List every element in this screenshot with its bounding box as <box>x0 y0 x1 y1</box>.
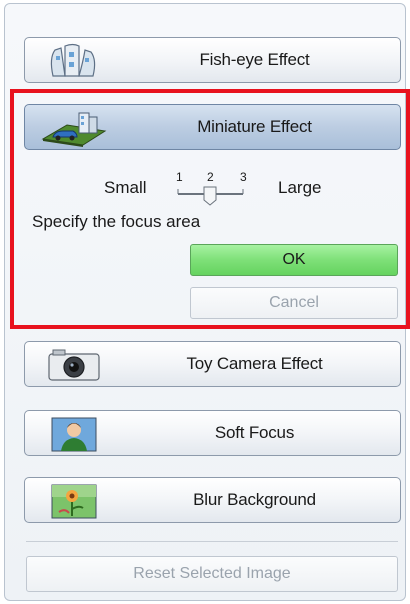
fisheye-buildings-icon <box>39 42 109 80</box>
size-slider[interactable]: 1 2 3 <box>170 170 250 210</box>
ok-button[interactable]: OK <box>190 244 398 276</box>
blur-background-label: Blur Background <box>193 490 316 509</box>
slider-thumb[interactable] <box>203 186 217 206</box>
toy-camera-effect-button[interactable]: Toy Camera Effect <box>24 341 401 387</box>
blur-background-button[interactable]: Blur Background <box>24 477 401 523</box>
miniature-city-icon <box>39 109 109 147</box>
size-large-label: Large <box>278 178 322 197</box>
miniature-effect-label: Miniature Effect <box>197 117 312 136</box>
toy-camera-effect-label: Toy Camera Effect <box>186 354 323 373</box>
fisheye-effect-button[interactable]: Fish-eye Effect <box>24 37 401 83</box>
soft-focus-button[interactable]: Soft Focus <box>24 410 401 456</box>
portrait-photo-icon <box>39 415 109 453</box>
fisheye-effect-label: Fish-eye Effect <box>199 50 310 69</box>
size-row: Small 1 2 3 Large <box>0 170 410 210</box>
divider <box>26 541 398 542</box>
size-small-label: Small <box>104 178 147 197</box>
toy-camera-icon <box>39 346 109 384</box>
miniature-effect-button[interactable]: Miniature Effect <box>24 104 401 150</box>
cancel-button[interactable]: Cancel <box>190 287 398 319</box>
reset-selected-image-button[interactable]: Reset Selected Image <box>26 556 398 592</box>
flower-photo-icon <box>39 482 109 520</box>
soft-focus-label: Soft Focus <box>214 423 295 442</box>
focus-area-instruction: Specify the focus area <box>32 212 201 231</box>
